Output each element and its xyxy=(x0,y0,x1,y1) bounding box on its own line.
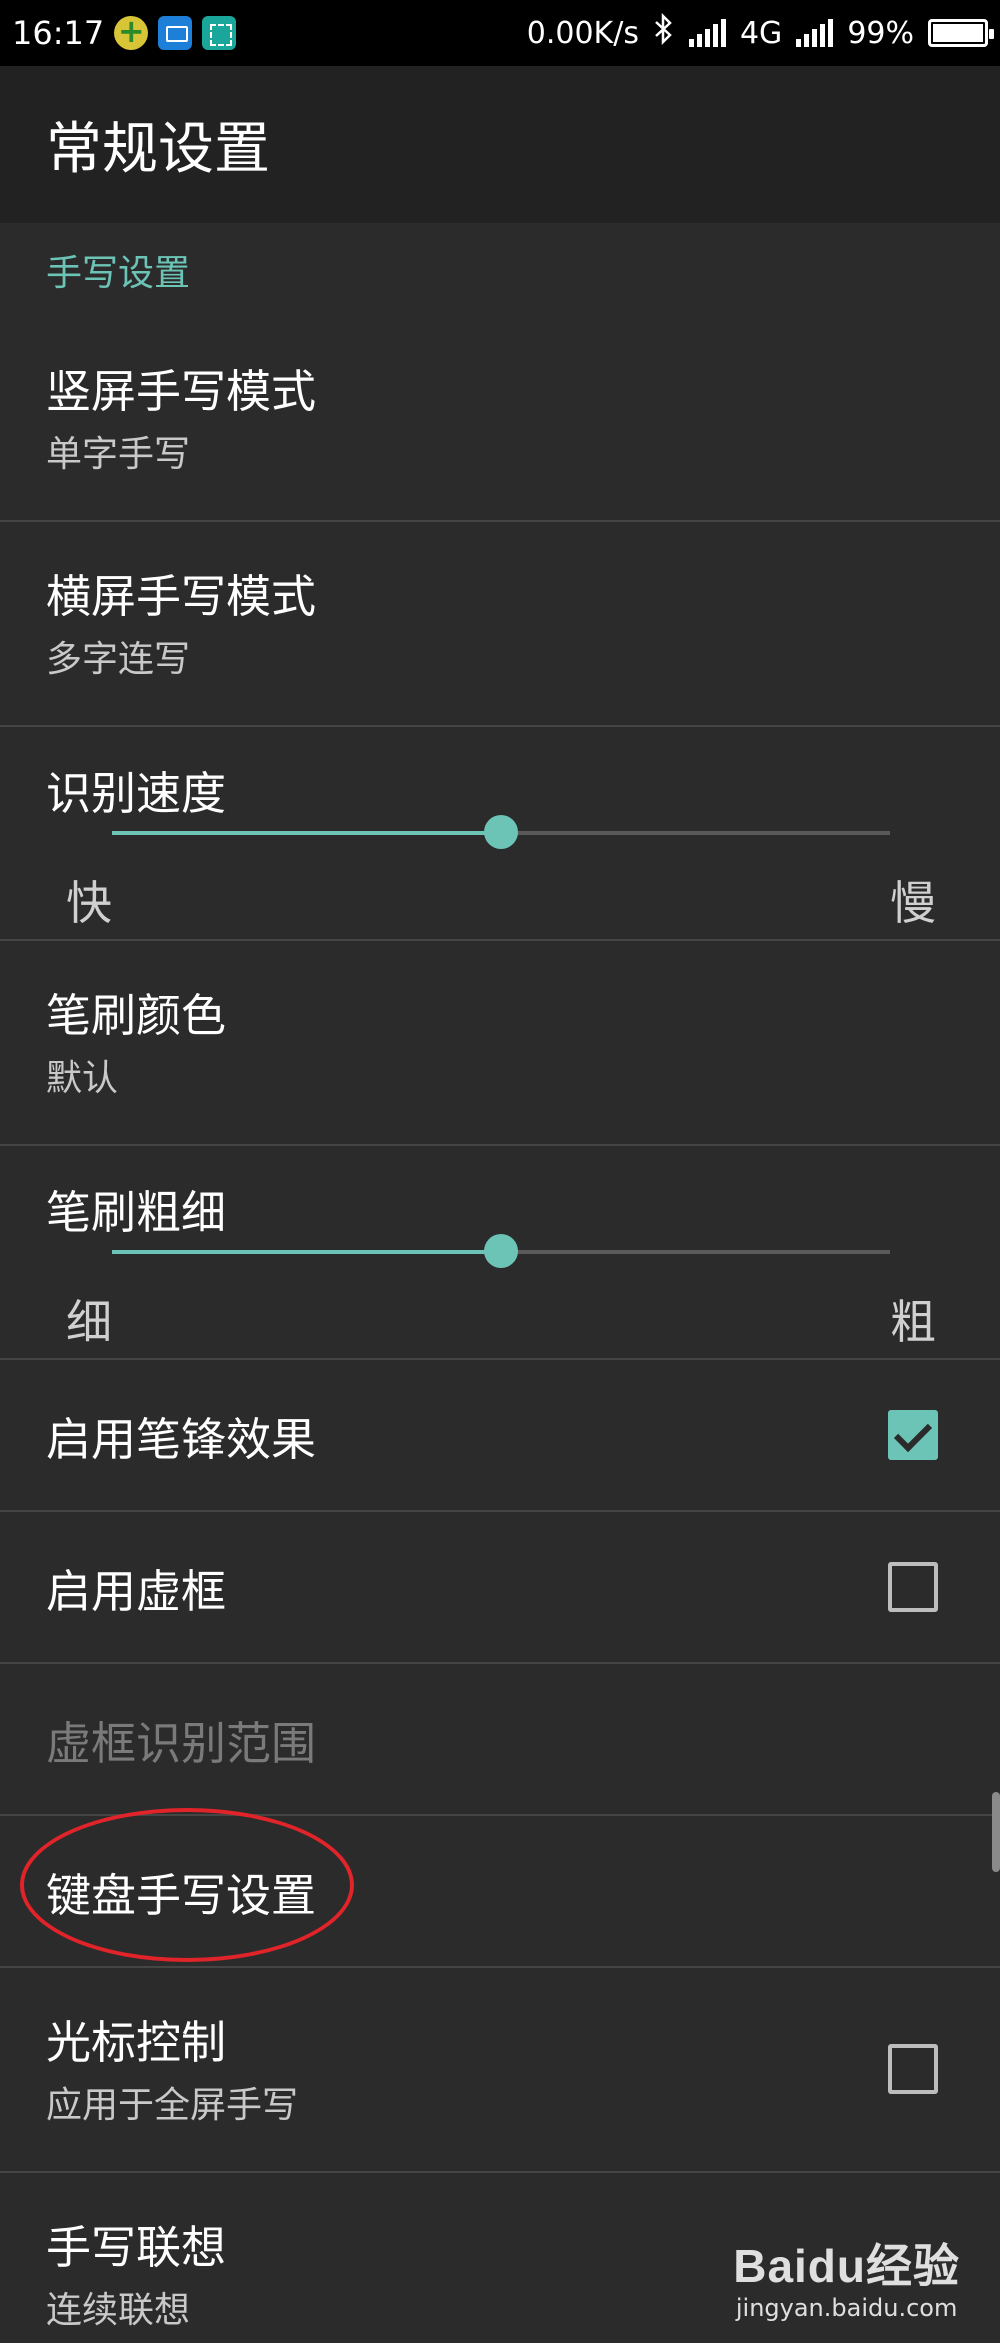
message-notification-icon xyxy=(158,16,193,50)
setting-summary: 连续联想 xyxy=(46,2290,191,2331)
setting-summary: 单字手写 xyxy=(46,434,191,475)
battery-percent: 99% xyxy=(847,15,914,51)
slider-min-label: 快 xyxy=(66,876,112,930)
page-title: 常规设置 xyxy=(46,117,270,182)
slider-fill xyxy=(112,1250,501,1254)
settings-list: 手写设置 竖屏手写模式 单字手写 横屏手写模式 多字连写 识别速度 快 慢 笔刷… xyxy=(0,223,1000,2343)
status-left: 16:17 xyxy=(12,12,237,52)
setting-brush-width: 笔刷粗细 细 粗 xyxy=(0,1146,1000,1360)
brush-width-slider-thumb[interactable] xyxy=(484,1234,518,1268)
setting-title: 识别速度 xyxy=(46,767,227,820)
scrollbar[interactable] xyxy=(992,1792,1000,1872)
setting-stroke-effect[interactable]: 启用笔锋效果 xyxy=(0,1360,1000,1512)
section-header-handwriting: 手写设置 xyxy=(46,253,191,294)
setting-keyboard-handwriting[interactable]: 键盘手写设置 xyxy=(0,1816,1000,1968)
signal-icon-secondary xyxy=(796,19,834,47)
virtual-box-checkbox[interactable] xyxy=(888,1562,938,1612)
network-type: 4G xyxy=(739,15,783,51)
slider-max-label: 粗 xyxy=(890,1295,936,1349)
setting-summary: 多字连写 xyxy=(46,639,191,680)
setting-title: 键盘手写设置 xyxy=(46,1868,317,1922)
setting-landscape-mode[interactable]: 横屏手写模式 多字连写 xyxy=(0,522,1000,727)
setting-title: 笔刷粗细 xyxy=(46,1186,227,1239)
slider-fill xyxy=(112,831,501,835)
cursor-control-checkbox[interactable] xyxy=(888,2044,938,2094)
setting-summary: 应用于全屏手写 xyxy=(46,2085,299,2126)
setting-brush-color[interactable]: 笔刷颜色 默认 xyxy=(0,941,1000,1146)
setting-title: 启用虚框 xyxy=(46,1564,227,1618)
stroke-effect-checkbox[interactable] xyxy=(888,1410,938,1460)
setting-title: 光标控制 xyxy=(46,2016,227,2069)
screenshot-notification-icon xyxy=(202,16,237,50)
watermark-url: jingyan.baidu.com xyxy=(735,2294,958,2322)
signal-icon xyxy=(688,19,726,47)
setting-title: 手写联想 xyxy=(46,2221,227,2274)
setting-title: 笔刷颜色 xyxy=(46,989,227,1042)
setting-virtual-box-range: 虚框识别范围 xyxy=(0,1664,1000,1816)
setting-title: 横屏手写模式 xyxy=(46,570,317,623)
setting-title: 竖屏手写模式 xyxy=(46,365,317,418)
net-speed: 0.00K/s xyxy=(526,15,639,51)
bluetooth-icon xyxy=(653,12,675,53)
setting-summary: 默认 xyxy=(46,1058,119,1099)
recognition-speed-slider-thumb[interactable] xyxy=(484,815,518,849)
setting-cursor-control[interactable]: 光标控制 应用于全屏手写 xyxy=(0,1968,1000,2173)
setting-recognition-speed: 识别速度 快 慢 xyxy=(0,727,1000,941)
status-time: 16:17 xyxy=(12,14,105,52)
watermark: Baidu经验 jingyan.baidu.com xyxy=(733,2230,960,2322)
setting-portrait-mode[interactable]: 竖屏手写模式 单字手写 xyxy=(0,317,1000,522)
setting-title: 虚框识别范围 xyxy=(46,1716,317,1770)
slider-max-label: 慢 xyxy=(890,876,936,930)
status-right: 0.00K/s 4G 99% xyxy=(526,12,994,53)
app-notification-icon xyxy=(114,12,149,50)
battery-fill xyxy=(933,24,983,42)
setting-virtual-box[interactable]: 启用虚框 xyxy=(0,1512,1000,1664)
status-bar: 16:17 0.00K/s 4G 99% xyxy=(0,0,1000,66)
setting-title: 启用笔锋效果 xyxy=(46,1412,317,1466)
battery-icon xyxy=(928,19,994,47)
slider-min-label: 细 xyxy=(66,1295,112,1349)
watermark-logo: Baidu经验 xyxy=(733,2240,960,2292)
app-bar: 常规设置 xyxy=(0,66,1000,223)
